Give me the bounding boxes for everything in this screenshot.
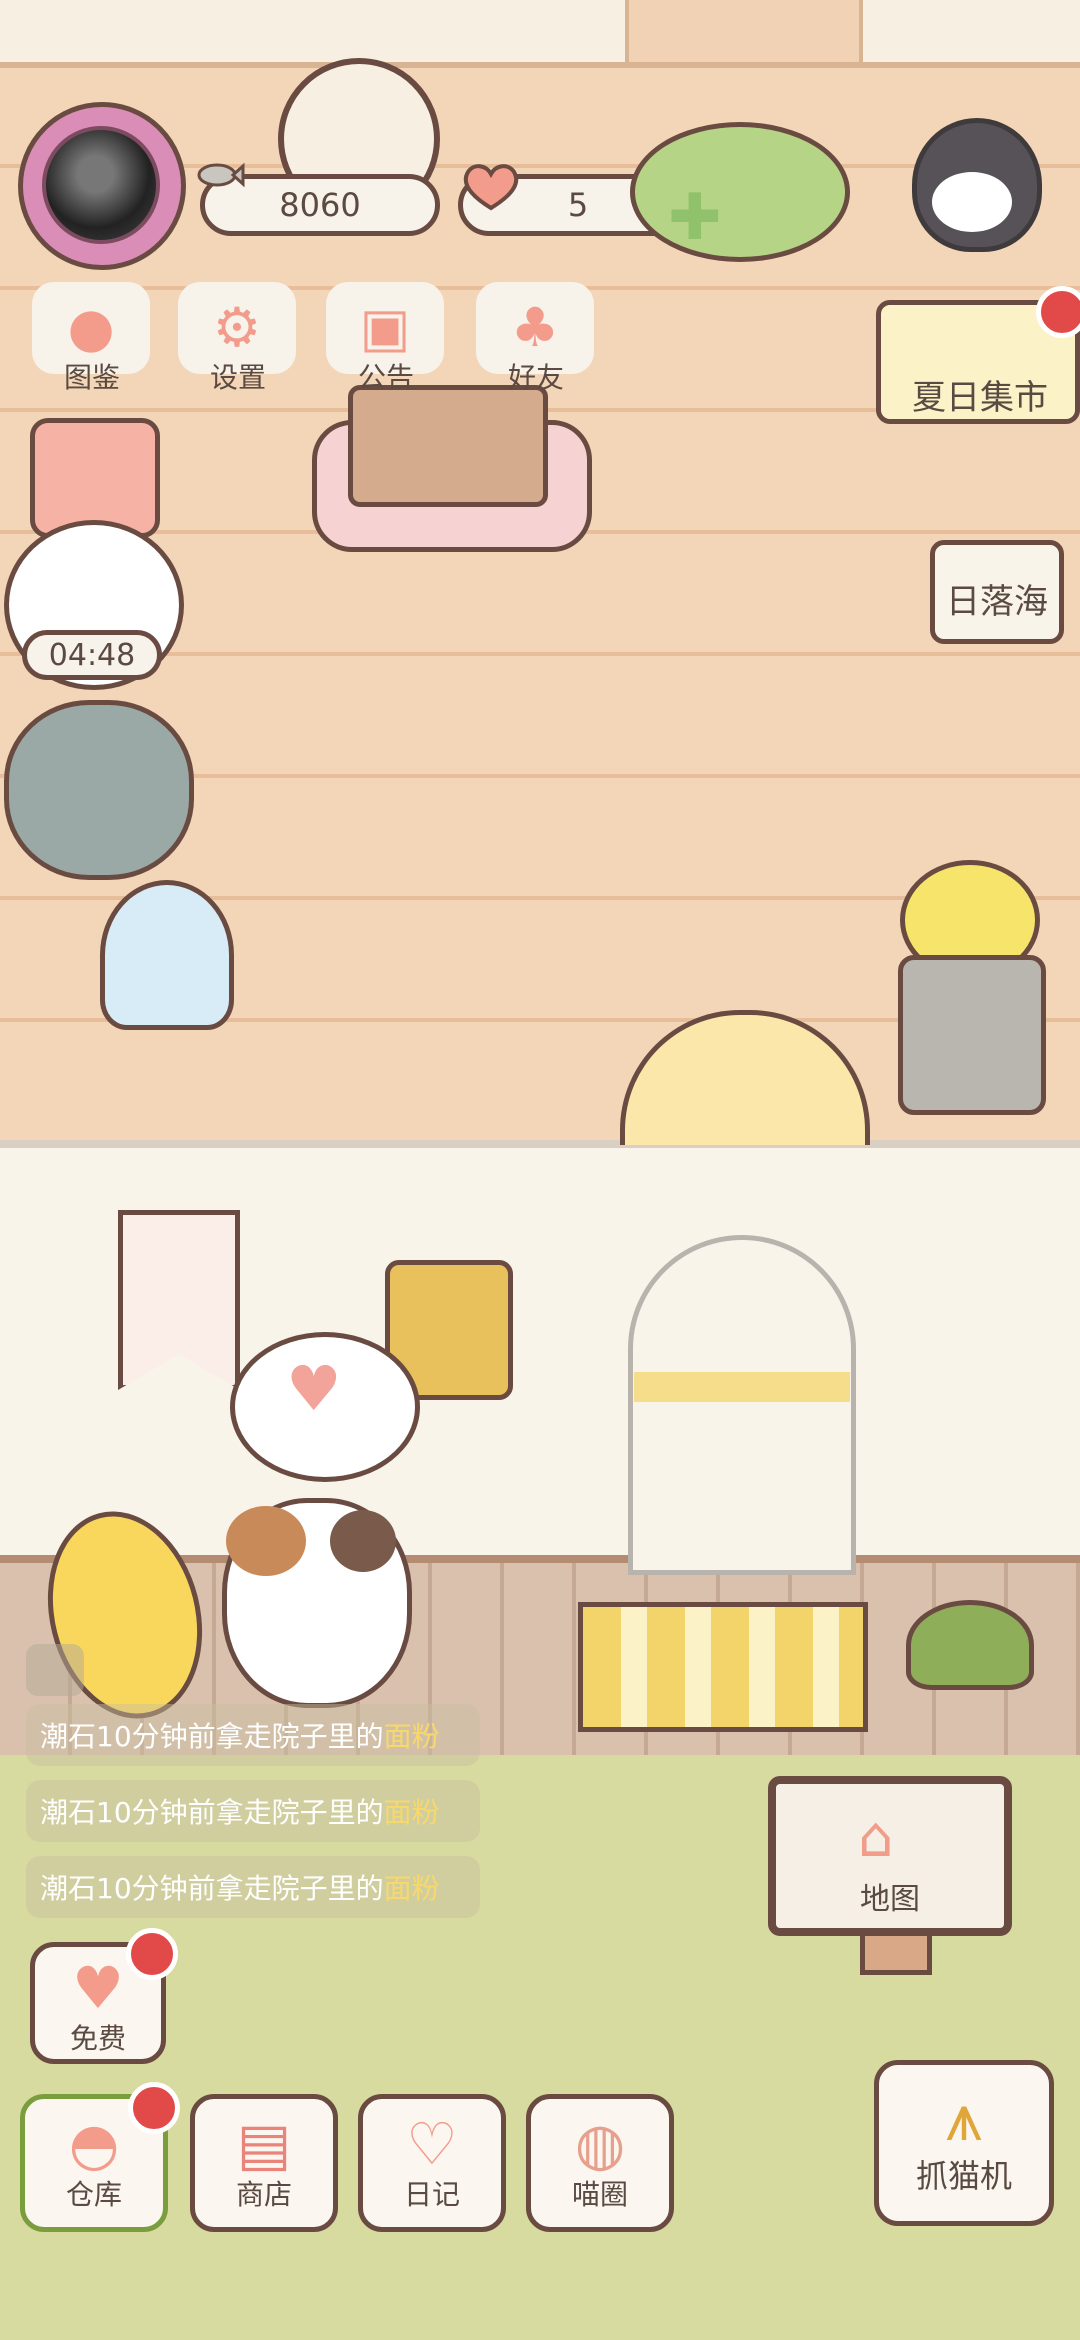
message-item: 面粉	[383, 1796, 440, 1829]
arched-window	[628, 1235, 856, 1575]
sign-post	[860, 1930, 932, 1975]
warehouse-label: 仓库	[65, 2178, 122, 2211]
sunset-sea-label: 日落海	[946, 582, 1048, 622]
diary-icon: ♡	[406, 2110, 458, 2178]
message-item: 面粉	[383, 1720, 440, 1753]
diary-button[interactable]: ♡ 日记	[358, 2094, 506, 2232]
activity-message: 潮石10分钟前拿走院子里的 面粉	[26, 1704, 480, 1766]
penguin-face	[932, 172, 1012, 232]
coin-value: 8060	[279, 186, 361, 224]
heart-icon	[463, 164, 519, 211]
announcement-label: 公告	[357, 361, 414, 394]
notification-dot	[126, 1928, 178, 1980]
table-decoration[interactable]	[348, 385, 548, 507]
map-label: 地图	[860, 1882, 920, 1917]
claw-machine-button[interactable]: ⩚ 抓猫机	[874, 2060, 1054, 2226]
plus-icon[interactable]: ✚	[668, 186, 722, 250]
message-text: 潮石10分钟前拿走院子里的	[40, 1872, 384, 1905]
collection-label: 图鉴	[63, 361, 120, 394]
message-item: 面粉	[383, 1872, 440, 1905]
shop-icon: ▤	[236, 2110, 292, 2178]
fish-icon	[197, 162, 245, 188]
friends-label: 好友	[507, 361, 564, 394]
leaf-decoration	[630, 122, 850, 262]
settings-label: 设置	[209, 361, 266, 394]
cat-patch	[226, 1506, 306, 1576]
activity-message: 潮石10分钟前拿走院子里的 面粉	[26, 1780, 480, 1842]
cat-planet-icon: ◍	[574, 2110, 626, 2178]
plant-pot[interactable]	[906, 1600, 1034, 1690]
heart-value: 5	[567, 186, 589, 224]
gumball-machine[interactable]	[100, 880, 234, 1030]
notification-dot	[128, 2082, 180, 2134]
shop-button[interactable]: ▤ 商店	[190, 2094, 338, 2232]
claw-machine-label: 抓猫机	[915, 2157, 1012, 2195]
top-doorway	[625, 0, 863, 62]
message-text: 潮石10分钟前拿走院子里的	[40, 1796, 384, 1829]
stove-decoration[interactable]	[898, 955, 1046, 1115]
notification-dot	[1036, 286, 1080, 338]
visitor-timer: 04:48	[22, 630, 162, 680]
striped-doormat	[578, 1602, 868, 1732]
avatar[interactable]	[42, 126, 160, 244]
house-icon: ⌂	[858, 1805, 894, 1870]
shop-label: 商店	[235, 2178, 292, 2211]
mouse-character[interactable]	[4, 700, 194, 880]
diary-label: 日记	[403, 2178, 460, 2211]
curtain-trim	[634, 1372, 850, 1402]
summer-market-label: 夏日集市	[912, 378, 1048, 418]
cat-circle-label: 喵圈	[571, 2178, 628, 2211]
cat-patch	[330, 1510, 396, 1572]
free-label: 免费	[69, 2022, 126, 2055]
claw-icon: ⩚	[945, 2079, 983, 2156]
message-toggle[interactable]	[26, 1644, 84, 1696]
timer-value: 04:48	[48, 637, 136, 673]
cat-circle-button[interactable]: ◍ 喵圈	[526, 2094, 674, 2232]
activity-message: 潮石10分钟前拿走院子里的 面粉	[26, 1856, 480, 1918]
message-text: 潮石10分钟前拿走院子里的	[40, 1720, 384, 1753]
top-wall-strip	[0, 0, 1080, 68]
heart-icon: ♥	[286, 1352, 342, 1425]
